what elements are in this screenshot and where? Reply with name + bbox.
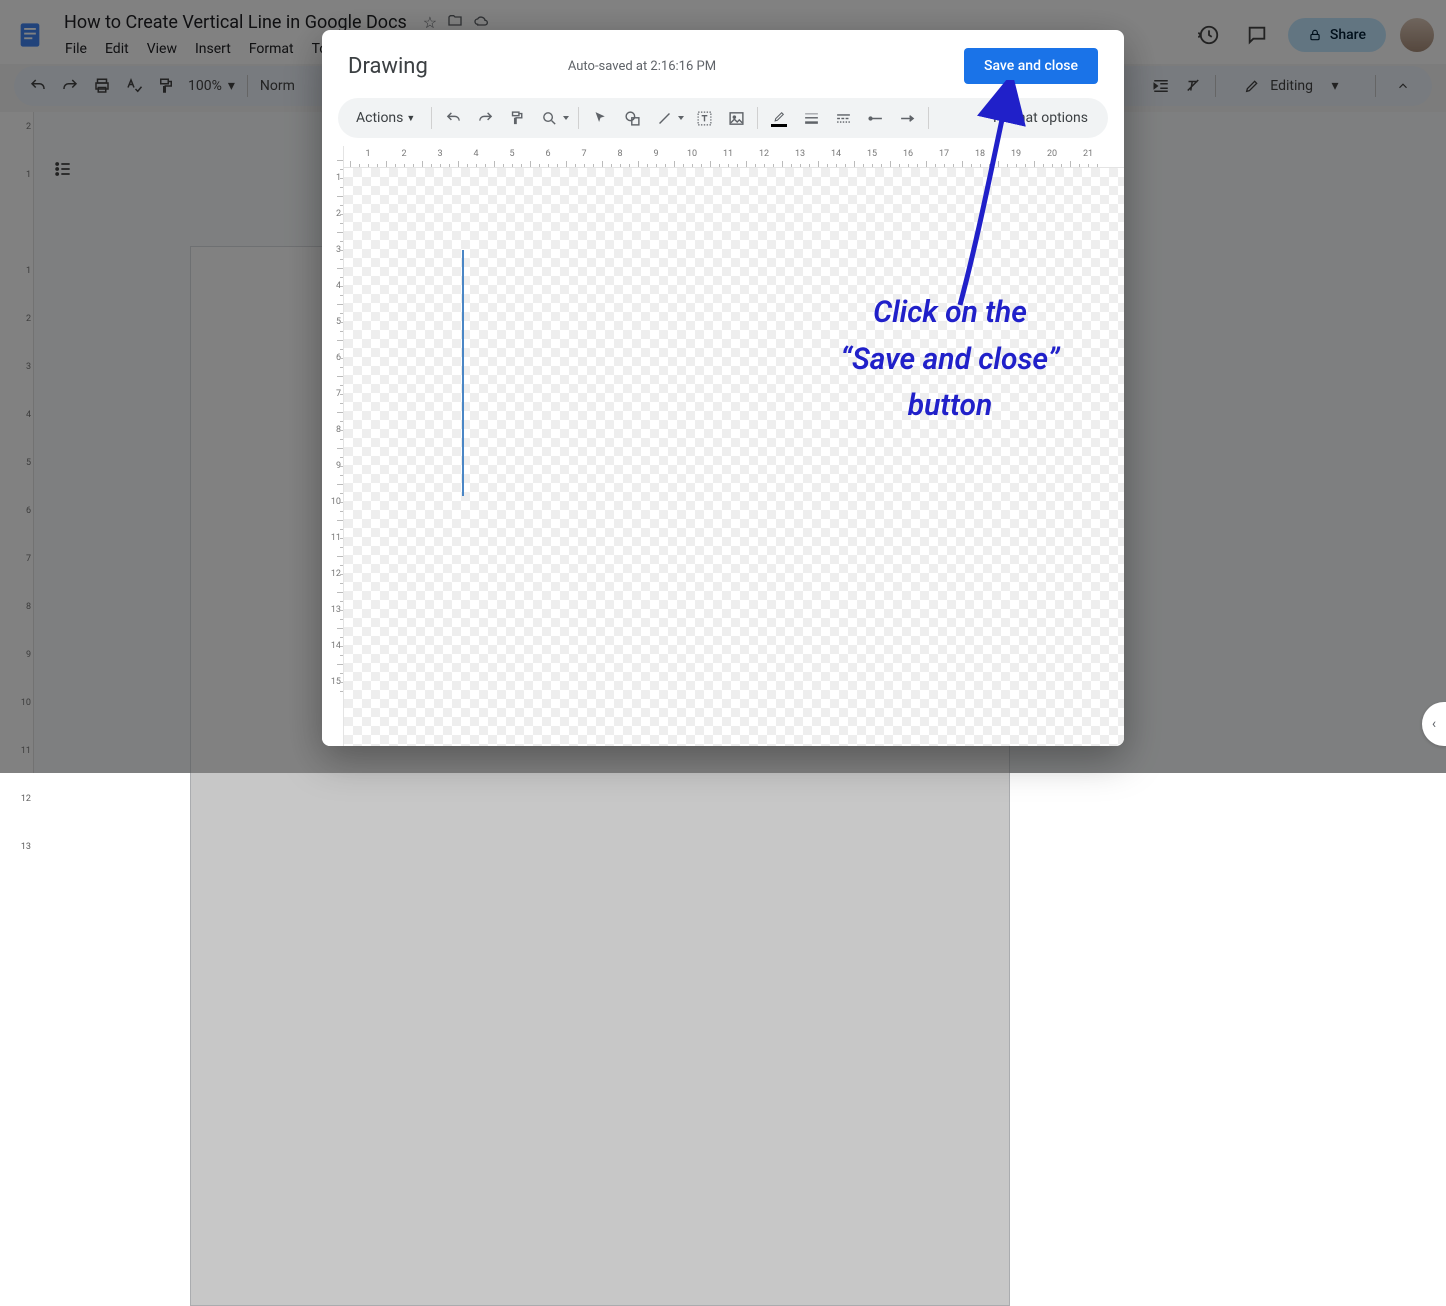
actions-menu[interactable]: Actions ▼ [348, 106, 423, 130]
ruler-label: 13 [0, 842, 33, 852]
drawing-dialog: Drawing Auto-saved at 2:16:16 PM Save an… [322, 30, 1124, 746]
ruler-label: 20 [1047, 149, 1057, 159]
toolbar-separator [928, 107, 929, 129]
format-options-button[interactable]: Format options [983, 110, 1098, 126]
ruler-label: 15 [867, 149, 877, 159]
drawing-horizontal-ruler[interactable]: 123456789101112131415161718192021 [344, 146, 1124, 168]
line-end-icon[interactable] [894, 105, 920, 131]
drawing-header: Drawing Auto-saved at 2:16:16 PM Save an… [322, 30, 1124, 98]
ruler-label: 2 [401, 149, 406, 159]
toolbar-separator [578, 107, 579, 129]
ruler-label: 13 [795, 149, 805, 159]
shape-tool-icon[interactable] [619, 105, 645, 131]
autosave-status: Auto-saved at 2:16:16 PM [568, 59, 716, 74]
image-icon[interactable] [723, 105, 749, 131]
ruler-label: 12 [0, 794, 33, 804]
ruler-label: 11 [723, 149, 733, 159]
ruler-label: 21 [1083, 149, 1093, 159]
ruler-label: 14 [831, 149, 841, 159]
ruler-label: 12 [759, 149, 769, 159]
paint-format-icon[interactable] [504, 105, 530, 131]
redo-icon[interactable] [472, 105, 498, 131]
actions-label: Actions [356, 110, 403, 126]
chevron-down-icon: ▼ [406, 113, 415, 124]
drawing-canvas[interactable] [344, 168, 1124, 746]
ruler-label: 1 [365, 149, 370, 159]
ruler-label: 4 [473, 149, 478, 159]
drawing-title: Drawing [348, 54, 428, 79]
ruler-label: 3 [437, 149, 442, 159]
text-box-icon[interactable] [691, 105, 717, 131]
ruler-label: 10 [687, 149, 697, 159]
drawing-vertical-ruler[interactable]: 123456789101112131415 [322, 146, 344, 746]
toolbar-separator [757, 107, 758, 129]
ruler-label: 9 [653, 149, 658, 159]
ruler-label: 19 [1011, 149, 1021, 159]
undo-icon[interactable] [440, 105, 466, 131]
line-tool-icon[interactable] [651, 105, 677, 131]
ruler-label: 8 [617, 149, 622, 159]
zoom-tool-icon[interactable] [536, 105, 562, 131]
line-dash-icon[interactable] [830, 105, 856, 131]
ruler-label: 17 [939, 149, 949, 159]
ruler-label: 5 [509, 149, 514, 159]
save-and-close-button[interactable]: Save and close [964, 48, 1098, 84]
ruler-label: 16 [903, 149, 913, 159]
vertical-line-shape[interactable] [462, 250, 464, 496]
drawing-canvas-area: 123456789101112131415 123456789101112131… [322, 146, 1124, 746]
drawing-toolbar: Actions ▼ Format options [338, 98, 1108, 138]
line-start-icon[interactable] [862, 105, 888, 131]
line-weight-icon[interactable] [798, 105, 824, 131]
select-tool-icon[interactable] [587, 105, 613, 131]
ruler-label: 18 [975, 149, 985, 159]
toolbar-separator [431, 107, 432, 129]
ruler-label: 6 [545, 149, 550, 159]
line-color-icon[interactable] [766, 105, 792, 131]
ruler-label: 7 [581, 149, 586, 159]
